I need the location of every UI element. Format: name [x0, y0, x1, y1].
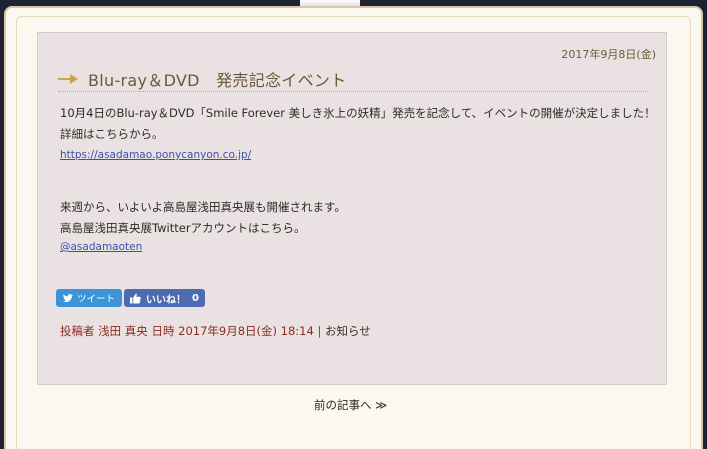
post-text-line-1: 10月4日のBlu-ray＆DVD「Smile Forever 美しき氷上の妖精…: [60, 106, 656, 120]
post-text-line-4: 高島屋浅田真央展Twitterアカウントはこちら。: [60, 221, 306, 235]
official-site-link[interactable]: https://asadamao.ponycanyon.co.jp/: [60, 149, 251, 161]
post-text-line-2: 詳細はこちらから。: [60, 127, 164, 141]
post-title: Blu-ray＆DVD 発売記念イベント: [88, 71, 347, 90]
title-divider: [58, 91, 648, 92]
like-button[interactable]: いいね！ 0: [124, 289, 205, 307]
tweet-label: ツイート: [77, 294, 116, 305]
post-author-datetime: 投稿者 浅田 真央 日時 2017年9月8日(金) 18:14: [60, 324, 314, 338]
like-label: いいね！: [146, 294, 187, 306]
thumbs-up-icon: [130, 293, 141, 303]
tweet-button[interactable]: ツイート: [56, 289, 123, 307]
post-date: 2017年9月8日(金): [561, 48, 656, 61]
meta-separator: |: [317, 324, 322, 338]
post-title-row: Blu-ray＆DVD 発売記念イベント: [58, 67, 347, 91]
post-text-line-3: 来週から、いよいよ高島屋浅田真央展も開催されます。: [60, 200, 346, 214]
post-meta: 投稿者 浅田 真央 日時 2017年9月8日(金) 18:14 | お知らせ: [60, 323, 371, 339]
twitter-bird-icon: [63, 294, 73, 302]
share-buttons: ツイート いいね！ 0: [56, 289, 205, 307]
like-count: 0: [192, 292, 199, 304]
news-article: 2017年9月8日(金) Blu-ray＆DVD 発売記念イベント 10月4日の…: [37, 32, 667, 385]
arrow-icon: [58, 73, 80, 85]
page: 2017年9月8日(金) Blu-ray＆DVD 発売記念イベント 10月4日の…: [0, 0, 707, 449]
twitter-account-link[interactable]: @asadamaoten: [60, 241, 142, 253]
previous-post-link[interactable]: 前の記事へ ≫: [314, 397, 387, 413]
category-link[interactable]: お知らせ: [325, 324, 371, 338]
